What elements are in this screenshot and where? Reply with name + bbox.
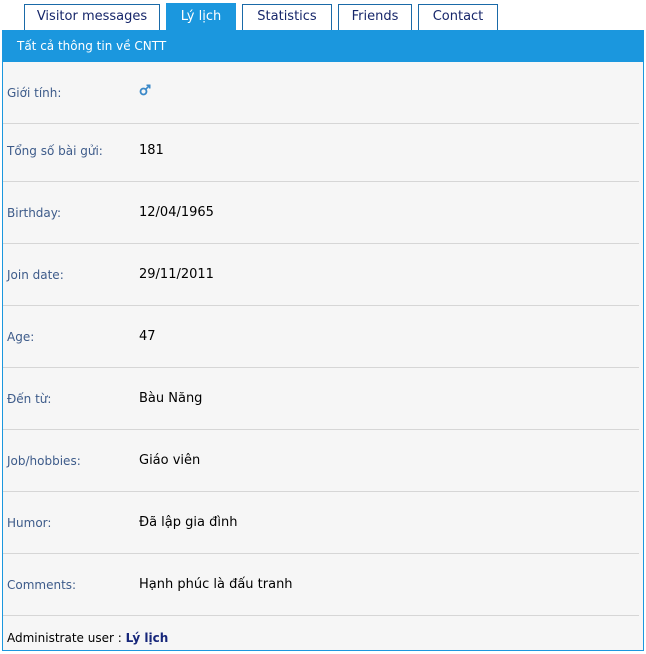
admin-label: Administrate user : — [7, 631, 122, 645]
profile-panel: Tất cả thông tin về CNTT Giới tính: Tổng… — [2, 30, 644, 651]
profile-row-job: Job/hobbies: Giáo viên — [3, 430, 639, 492]
posts-label: Tổng số bài gửi: — [7, 144, 103, 158]
tab-visitor-messages[interactable]: Visitor messages — [24, 4, 160, 30]
birthday-value: 12/04/1965 — [139, 205, 214, 220]
tab-ly-lich[interactable]: Lý lịch — [166, 3, 236, 31]
profile-row-posts: Tổng số bài gửi: 181 — [3, 120, 639, 182]
job-label: Job/hobbies: — [7, 454, 81, 468]
join-date-value: 29/11/2011 — [139, 267, 214, 282]
join-date-label: Join date: — [7, 268, 64, 282]
from-value: Bàu Năng — [139, 391, 203, 406]
posts-value: 181 — [139, 143, 164, 158]
profile-row-humor: Humor: Đã lập gia đình — [3, 492, 639, 554]
profile-row-join-date: Join date: 29/11/2011 — [3, 244, 639, 306]
comments-value: Hạnh phúc là đấu tranh — [139, 577, 293, 592]
job-value: Giáo viên — [139, 453, 201, 468]
humor-label: Humor: — [7, 516, 52, 530]
profile-row-from: Đến từ: Bàu Năng — [3, 368, 639, 430]
gender-label: Giới tính: — [7, 86, 62, 100]
birthday-label: Birthday: — [7, 206, 62, 220]
humor-value: Đã lập gia đình — [139, 515, 238, 530]
tab-friends[interactable]: Friends — [338, 4, 412, 30]
profile-row-gender: Giới tính: — [3, 62, 639, 124]
age-label: Age: — [7, 330, 35, 344]
tab-statistics[interactable]: Statistics — [242, 4, 332, 30]
from-label: Đến từ: — [7, 392, 52, 406]
panel-header: Tất cả thông tin về CNTT — [3, 31, 643, 62]
age-value: 47 — [139, 329, 156, 344]
tab-contact[interactable]: Contact — [418, 4, 498, 30]
male-gender-icon — [139, 84, 151, 96]
admin-ly-lich-link[interactable]: Lý lịch — [126, 631, 169, 645]
profile-row-age: Age: 47 — [3, 306, 639, 368]
comments-label: Comments: — [7, 578, 77, 592]
profile-tabs: Visitor messages Lý lịch Statistics Frie… — [0, 0, 646, 31]
profile-row-comments: Comments: Hạnh phúc là đấu tranh — [3, 554, 639, 616]
profile-row-birthday: Birthday: 12/04/1965 — [3, 182, 639, 244]
administrate-user: Administrate user : Lý lịch — [7, 629, 168, 647]
